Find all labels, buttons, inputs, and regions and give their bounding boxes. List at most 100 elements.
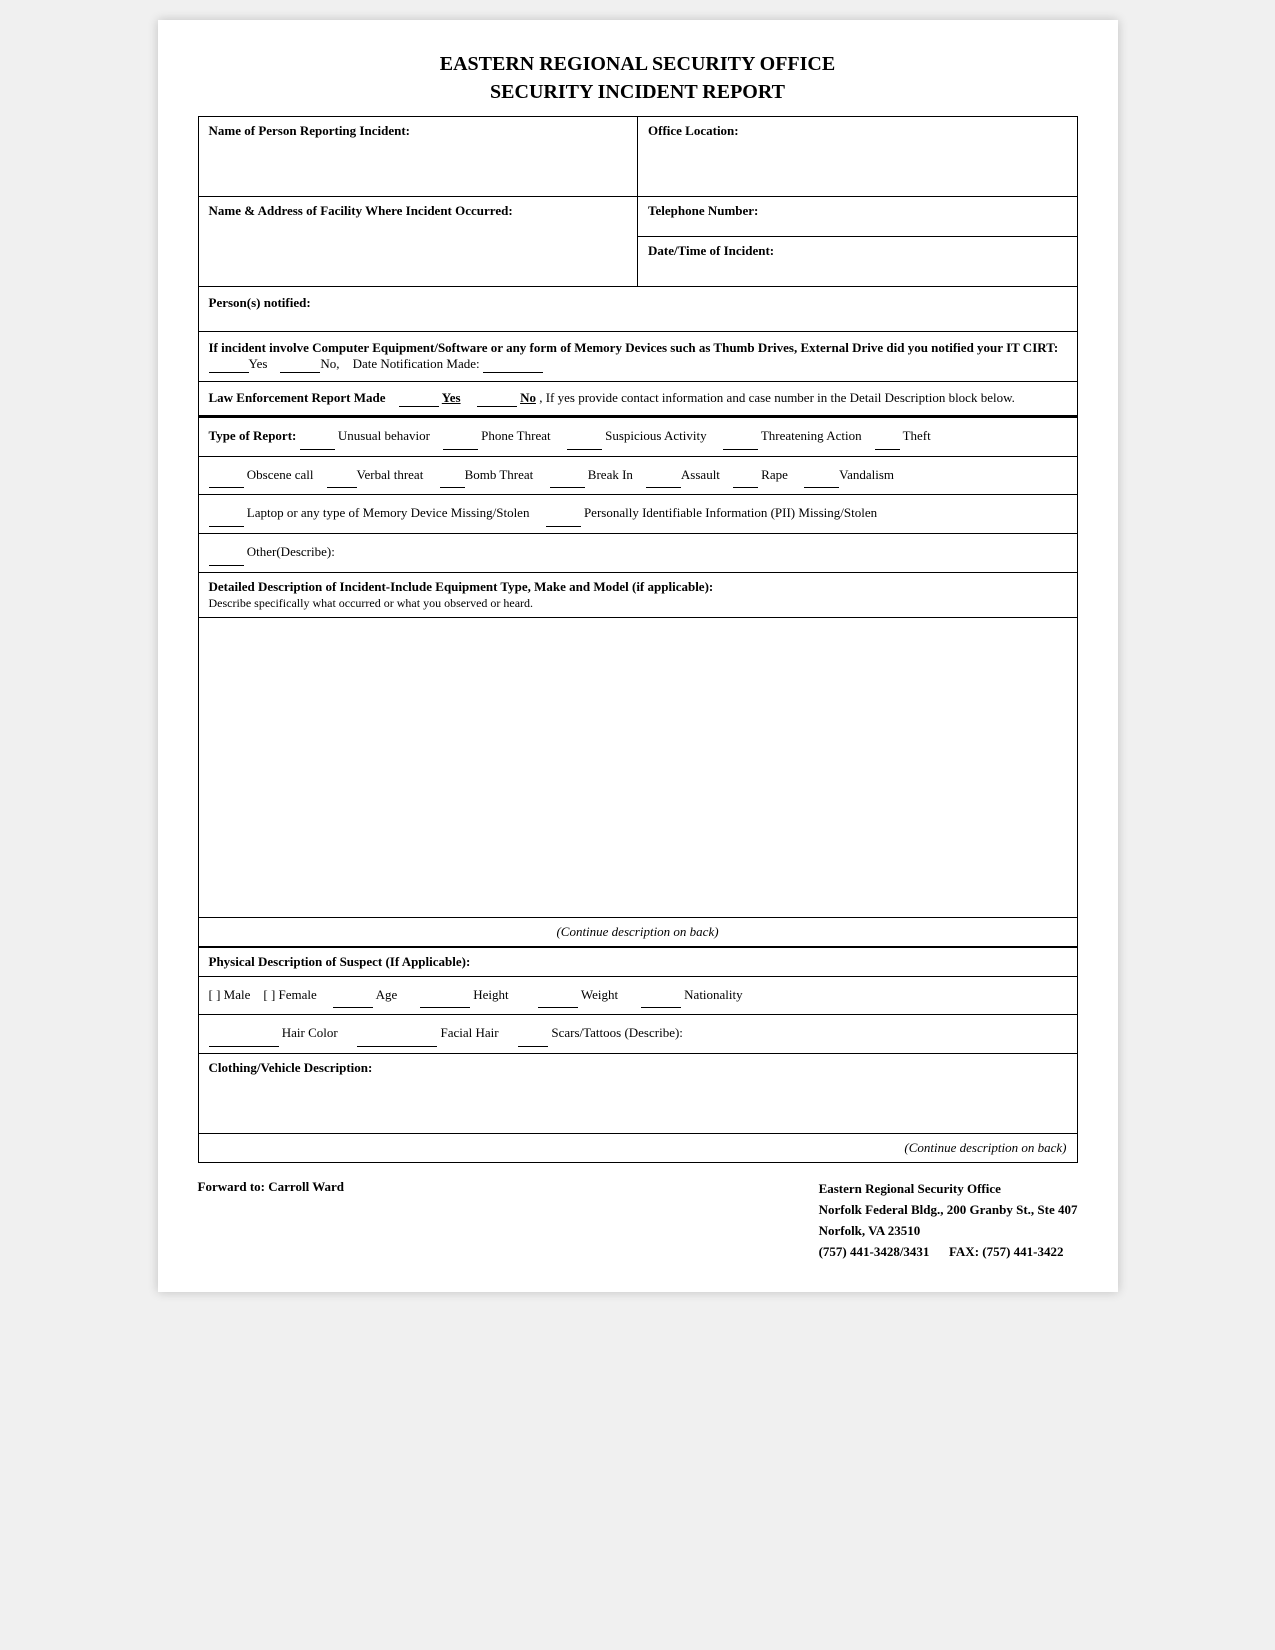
pii-text: Personally Identifiable Information (PII… bbox=[584, 505, 877, 520]
weight-label: Weight bbox=[581, 987, 618, 1002]
it-cirt-options: Yes No, Date Notification Made: bbox=[209, 356, 543, 371]
assault-text: Assault bbox=[681, 467, 720, 482]
facial-hair-label: Facial Hair bbox=[440, 1025, 498, 1040]
continue-note-text: (Continue description on back) bbox=[556, 924, 718, 939]
law-no-blank bbox=[477, 390, 517, 407]
laptop-blank bbox=[209, 501, 244, 527]
obscene-blank bbox=[209, 463, 244, 489]
vandalism-blank bbox=[804, 463, 839, 489]
telephone-cell: Telephone Number: bbox=[638, 197, 1078, 237]
row-it-cirt: If incident involve Computer Equipment/S… bbox=[198, 332, 1077, 382]
breakin-text: Break In bbox=[588, 467, 633, 482]
footer-section: Forward to: Carroll Ward Eastern Regiona… bbox=[198, 1179, 1078, 1262]
page-title-line1: EASTERN REGIONAL SECURITY OFFICE bbox=[198, 50, 1078, 78]
scars-blank bbox=[518, 1021, 548, 1047]
type-of-report-label: Type of Report: bbox=[209, 428, 297, 443]
theft-text: Theft bbox=[903, 428, 931, 443]
suspicious-blank bbox=[567, 424, 602, 450]
height-label: Height bbox=[473, 987, 508, 1002]
phone-blank bbox=[443, 424, 478, 450]
scars-label: Scars/Tattoos (Describe): bbox=[551, 1025, 683, 1040]
detailed-desc-subtext: Describe specifically what occurred or w… bbox=[209, 596, 534, 610]
type-report-cell1: Type of Report: Unusual behavior Phone T… bbox=[198, 418, 1077, 457]
footer-left: Forward to: Carroll Ward bbox=[198, 1179, 344, 1262]
persons-notified-cell: Person(s) notified: bbox=[198, 287, 1077, 332]
it-cirt-cell: If incident involve Computer Equipment/S… bbox=[198, 332, 1077, 382]
pii-blank bbox=[546, 501, 581, 527]
erso-phone-fax: (757) 441-3428/3431 FAX: (757) 441-3422 bbox=[819, 1242, 1078, 1263]
male-label: [ ] Male bbox=[209, 987, 251, 1002]
rape-blank bbox=[733, 463, 758, 489]
physical-desc-heading: Physical Description of Suspect (If Appl… bbox=[209, 954, 471, 969]
verbal-blank bbox=[327, 463, 357, 489]
age-blank bbox=[333, 983, 373, 1009]
type-report-cell3: Laptop or any type of Memory Device Miss… bbox=[198, 495, 1077, 534]
unusual-text: Unusual behavior bbox=[338, 428, 430, 443]
name-of-person-cell: Name of Person Reporting Incident: bbox=[198, 117, 638, 197]
law-no-text: No bbox=[520, 390, 536, 405]
type-report-cell2: Obscene call Verbal threat Bomb Threat B… bbox=[198, 456, 1077, 495]
title-section: EASTERN REGIONAL SECURITY OFFICE SECURIT… bbox=[198, 50, 1078, 106]
weight-blank bbox=[538, 983, 578, 1009]
forward-to-label: Forward to: Carroll Ward bbox=[198, 1179, 344, 1194]
footer-right: Eastern Regional Security Office Norfolk… bbox=[819, 1179, 1078, 1262]
bomb-blank bbox=[440, 463, 465, 489]
facility-label: Name & Address of Facility Where Inciden… bbox=[209, 203, 513, 218]
other-text: Other(Describe): bbox=[247, 544, 335, 559]
female-label: [ ] Female bbox=[263, 987, 316, 1002]
rape-text: Rape bbox=[761, 467, 788, 482]
form-table: Name of Person Reporting Incident: Offic… bbox=[198, 116, 1078, 1163]
clothing-label: Clothing/Vehicle Description: bbox=[209, 1060, 373, 1075]
nationality-label: Nationality bbox=[684, 987, 743, 1002]
row-type-report1: Type of Report: Unusual behavior Phone T… bbox=[198, 418, 1077, 457]
law-yes-text: Yes bbox=[442, 390, 461, 405]
type-other-cell: Other(Describe): bbox=[198, 534, 1077, 573]
row-type-report3: Laptop or any type of Memory Device Miss… bbox=[198, 495, 1077, 534]
row-desc-area bbox=[198, 617, 1077, 917]
name-label: Name of Person Reporting Incident: bbox=[209, 123, 410, 138]
continue-note-cell: (Continue description on back) bbox=[198, 917, 1077, 947]
assault-blank bbox=[646, 463, 681, 489]
obscene-text: Obscene call bbox=[247, 467, 314, 482]
age-label: Age bbox=[376, 987, 398, 1002]
office-label: Office Location: bbox=[648, 123, 739, 138]
row-persons-notified: Person(s) notified: bbox=[198, 287, 1077, 332]
datetime-label: Date/Time of Incident: bbox=[648, 243, 774, 258]
row-facility-phone: Name & Address of Facility Where Inciden… bbox=[198, 197, 1077, 237]
office-location-cell: Office Location: bbox=[638, 117, 1078, 197]
continue-back-text: (Continue description on back) bbox=[904, 1140, 1066, 1155]
detailed-desc-heading: Detailed Description of Incident-Include… bbox=[209, 579, 714, 594]
physical-desc-cell: Physical Description of Suspect (If Appl… bbox=[198, 947, 1077, 977]
threatening-text: Threatening Action bbox=[761, 428, 862, 443]
continue-back-cell: (Continue description on back) bbox=[198, 1134, 1077, 1163]
breakin-blank bbox=[550, 463, 585, 489]
it-cirt-no-blank bbox=[280, 356, 320, 373]
other-blank bbox=[209, 540, 244, 566]
row-name-office: Name of Person Reporting Incident: Offic… bbox=[198, 117, 1077, 197]
physical-line1-cell: [ ] Male [ ] Female Age Height Weight bbox=[198, 976, 1077, 1015]
row-type-other: Other(Describe): bbox=[198, 534, 1077, 573]
unusual-blank bbox=[300, 424, 335, 450]
laptop-text: Laptop or any type of Memory Device Miss… bbox=[247, 505, 530, 520]
suspicious-text: Suspicious Activity bbox=[605, 428, 706, 443]
page: EASTERN REGIONAL SECURITY OFFICE SECURIT… bbox=[158, 20, 1118, 1292]
hair-color-blank bbox=[209, 1021, 279, 1047]
it-cirt-label: If incident involve Computer Equipment/S… bbox=[209, 340, 1059, 355]
law-note: , If yes provide contact information and… bbox=[539, 390, 1015, 405]
telephone-label: Telephone Number: bbox=[648, 203, 758, 218]
it-cirt-no: No, bbox=[320, 356, 339, 371]
it-cirt-yes: Yes bbox=[249, 356, 268, 371]
row-physical-line2: Hair Color Facial Hair Scars/Tattoos (De… bbox=[198, 1015, 1077, 1054]
facility-cell: Name & Address of Facility Where Inciden… bbox=[198, 197, 638, 287]
page-title-line2: SECURITY INCIDENT REPORT bbox=[198, 78, 1078, 106]
phone-text: Phone Threat bbox=[481, 428, 550, 443]
theft-blank bbox=[875, 424, 900, 450]
row-law-enforcement: Law Enforcement Report Made Yes No , If … bbox=[198, 382, 1077, 417]
law-enforcement-label: Law Enforcement Report Made bbox=[209, 390, 386, 405]
datetime-cell: Date/Time of Incident: bbox=[638, 237, 1078, 287]
row-detailed-desc: Detailed Description of Incident-Include… bbox=[198, 572, 1077, 617]
row-physical-line1: [ ] Male [ ] Female Age Height Weight bbox=[198, 976, 1077, 1015]
bomb-text: Bomb Threat bbox=[465, 467, 534, 482]
it-cirt-date-label: Date Notification Made: bbox=[353, 356, 480, 371]
nationality-blank bbox=[641, 983, 681, 1009]
